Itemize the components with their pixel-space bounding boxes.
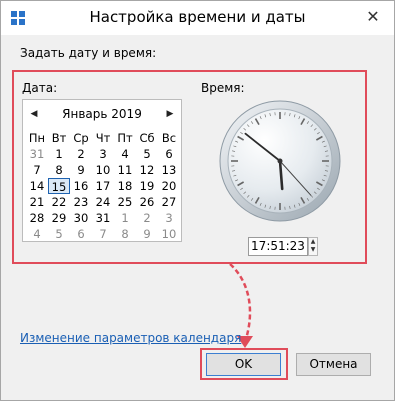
weekday-label: Вт [51,131,67,145]
calendar-day[interactable]: 21 [26,194,48,210]
time-label: Время: [201,81,245,95]
analog-clock [219,100,341,222]
calendar: ◀ Январь 2019 ▶ Пн Вт Ср Чт Пт Сб Вс 31 1 2 3 4 5 6 7 8… [22,99,182,242]
chevron-left-icon[interactable]: ◀ [27,106,41,122]
time-input[interactable]: 17:51:23 [248,237,308,256]
calendar-header: ◀ Январь 2019 ▶ [23,106,181,122]
calendar-day[interactable]: 26 [136,194,158,210]
close-button[interactable]: ✕ [361,6,385,28]
weekday-label: Пн [28,131,46,145]
chevron-right-icon[interactable]: ▶ [163,106,177,122]
spin-down-icon[interactable]: ▼ [309,246,317,254]
calendar-day[interactable]: 25 [114,194,136,210]
calendar-day[interactable]: 29 [48,210,70,226]
calendar-day[interactable]: 31 [92,210,114,226]
calendar-day[interactable]: 20 [158,178,180,194]
calendar-settings-link[interactable]: Изменение параметров календаря [20,331,241,345]
calendar-day[interactable]: 2 [70,146,92,162]
calendar-day[interactable]: 1 [48,146,70,162]
calendar-day[interactable]: 2 [136,210,158,226]
weekday-label: Ср [73,131,89,145]
calendar-day-selected[interactable]: 15 [48,178,70,194]
calendar-day[interactable]: 6 [158,146,180,162]
calendar-day[interactable]: 7 [92,226,114,242]
calendar-day[interactable]: 22 [48,194,70,210]
calendar-day[interactable]: 5 [136,146,158,162]
date-label: Дата: [22,81,58,95]
calendar-day[interactable]: 3 [92,146,114,162]
week-row: 28 29 30 31 1 2 3 [26,210,180,226]
calendar-day[interactable]: 24 [92,194,114,210]
calendar-day[interactable]: 10 [158,226,180,242]
weekday-label: Пт [117,131,133,145]
calendar-grid: Пн Вт Ср Чт Пт Сб Вс 31 1 2 3 4 5 6 7 8 9 10 11 12 13 14 15 16 1… [26,130,180,242]
calendar-day[interactable]: 5 [48,226,70,242]
calendar-day[interactable]: 10 [92,162,114,178]
calendar-day[interactable]: 1 [114,210,136,226]
week-row: 14 15 16 17 18 19 20 [26,178,180,194]
calendar-day[interactable]: 4 [114,146,136,162]
weekday-label: Чт [95,131,111,145]
calendar-day[interactable]: 13 [158,162,180,178]
ok-button[interactable]: OK [206,353,281,376]
calendar-day[interactable]: 27 [158,194,180,210]
week-row: 7 8 9 10 11 12 13 [26,162,180,178]
calendar-day[interactable]: 14 [26,178,48,194]
calendar-day[interactable]: 28 [26,210,48,226]
calendar-day[interactable]: 18 [114,178,136,194]
weekday-label: Вс [161,131,177,145]
calendar-day[interactable]: 9 [70,162,92,178]
title-bar: Настройка времени и даты ✕ [1,1,394,35]
calendar-month-year[interactable]: Январь 2019 [43,106,161,122]
calendar-day[interactable]: 12 [136,162,158,178]
weekday-label: Сб [139,131,155,145]
weekday-row: Пн Вт Ср Чт Пт Сб Вс [26,130,180,146]
calendar-day[interactable]: 30 [70,210,92,226]
calendar-day[interactable]: 19 [136,178,158,194]
week-row: 31 1 2 3 4 5 6 [26,146,180,162]
calendar-day[interactable]: 16 [70,178,92,194]
calendar-day[interactable]: 11 [114,162,136,178]
cancel-button[interactable]: Отмена [296,353,371,376]
calendar-day[interactable]: 3 [158,210,180,226]
calendar-day[interactable]: 17 [92,178,114,194]
calendar-day[interactable]: 31 [26,146,48,162]
week-row: 4 5 6 7 8 9 10 [26,226,180,242]
spin-up-icon[interactable]: ▲ [309,238,317,246]
section-label: Задать дату и время: [20,46,157,60]
calendar-day[interactable]: 8 [48,162,70,178]
window-title: Настройка времени и даты [89,8,306,26]
calendar-day[interactable]: 9 [136,226,158,242]
calendar-day[interactable]: 7 [26,162,48,178]
calendar-day[interactable]: 23 [70,194,92,210]
calendar-day[interactable]: 4 [26,226,48,242]
time-spinner[interactable]: ▲ ▼ [308,237,318,256]
calendar-day[interactable]: 8 [114,226,136,242]
calendar-day[interactable]: 6 [70,226,92,242]
week-row: 21 22 23 24 25 26 27 [26,194,180,210]
